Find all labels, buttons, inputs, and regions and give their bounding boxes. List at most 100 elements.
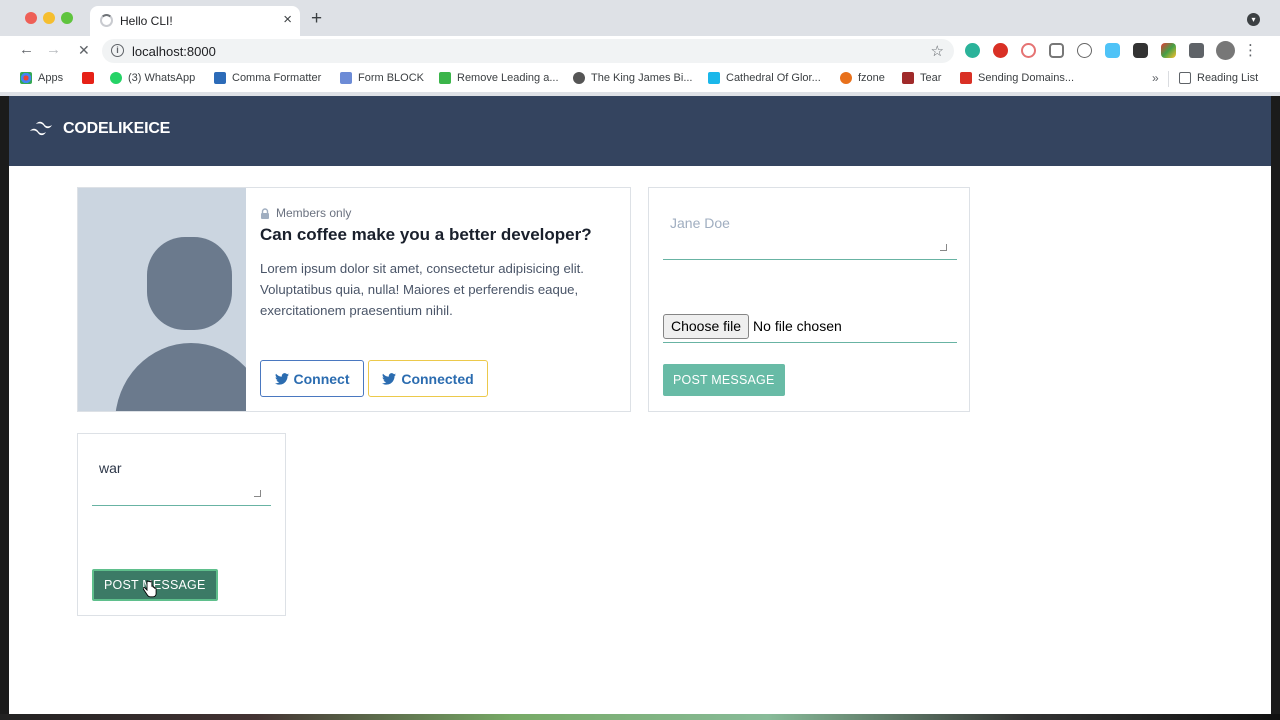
card-description: Lorem ipsum dolor sit amet, consectetur … [260, 261, 584, 318]
reading-list-icon [1179, 72, 1191, 84]
message-textarea[interactable]: war [92, 454, 271, 506]
close-window-button[interactable] [25, 12, 37, 24]
extension-icon[interactable] [1133, 43, 1148, 58]
address-bar[interactable]: i localhost:8000 ☆ [102, 39, 954, 63]
resize-handle-icon[interactable] [254, 490, 261, 497]
extension-icon[interactable] [1021, 43, 1036, 58]
bookmark-label: (3) WhatsApp [128, 72, 196, 84]
bookmark-label: Tear [920, 72, 942, 84]
site-header: CODELIKEICE [9, 96, 1271, 166]
extension-icon[interactable] [993, 43, 1008, 58]
form-block-icon [340, 72, 352, 84]
bookmark-item[interactable]: Comma Formatter [214, 72, 321, 84]
bookmark-item[interactable]: fzone [840, 72, 885, 84]
browser-chrome: Hello CLI! × + ▾ ← → ✕ i localhost:8000 … [0, 0, 1280, 96]
loading-spinner-icon [100, 14, 113, 27]
textarea-placeholder: Jane Doe [670, 215, 730, 231]
vimeo-icon [708, 72, 720, 84]
bookmark-item[interactable]: (3) WhatsApp [110, 72, 195, 84]
bookmark-label: Form BLOCK [358, 72, 425, 84]
article-card: Members only Can coffee make you a bette… [77, 187, 631, 412]
bookmark-label: fzone [858, 72, 885, 84]
bookmark-item[interactable]: Remove Leading a... [439, 72, 559, 84]
bookmark-label: Apps [38, 72, 64, 84]
bookmarks-divider [1168, 71, 1169, 87]
remove-leading-icon [439, 72, 451, 84]
link-icon [840, 72, 852, 84]
extension-icon[interactable] [1077, 43, 1092, 58]
lock-icon [261, 207, 269, 219]
maximize-window-button[interactable] [61, 12, 73, 24]
connected-label: Connected [401, 370, 474, 387]
extension-icon[interactable] [1049, 43, 1064, 58]
youtube-icon [82, 72, 94, 84]
message-form: Jane Doe Choose file No file chosen POST… [648, 187, 970, 412]
minimize-window-button[interactable] [43, 12, 55, 24]
connected-button[interactable]: Connected [368, 360, 488, 397]
close-tab-icon[interactable]: × [283, 11, 292, 28]
twitter-icon [382, 372, 397, 385]
bookmark-item[interactable]: The King James Bi... [573, 72, 693, 84]
gmail-icon [960, 72, 972, 84]
extension-icon[interactable] [1105, 43, 1120, 58]
url-text[interactable]: localhost:8000 [132, 44, 216, 59]
avatar-placeholder-image [78, 188, 246, 411]
browser-menu-icon[interactable]: ⋮ [1243, 41, 1258, 59]
stop-loading-button[interactable]: ✕ [78, 42, 90, 59]
message-form-2: war POST MESSAGE [77, 433, 286, 616]
tab-search-icon[interactable]: ▾ [1247, 13, 1260, 26]
back-button[interactable]: ← [19, 41, 34, 58]
card-title: Can coffee make you a better developer? [260, 225, 592, 244]
apps-grid-icon [20, 72, 32, 84]
file-status: No file chosen [753, 318, 842, 334]
more-bookmarks-button[interactable]: » [1152, 71, 1159, 85]
connect-button[interactable]: Connect [260, 360, 364, 397]
extension-icon[interactable] [1161, 43, 1176, 58]
browser-toolbar: ← → ✕ i localhost:8000 ☆ ⋮ [0, 36, 1280, 66]
bookmarks-bar: Apps (3) WhatsApp Comma Formatter Form B… [0, 66, 1280, 92]
brand-name: CODELIKEICE [63, 120, 171, 137]
whatsapp-icon [110, 72, 122, 84]
desktop-background [0, 714, 1280, 720]
bookmark-label: Remove Leading a... [457, 72, 559, 84]
bookmark-label: Sending Domains... [978, 72, 1074, 84]
badge-label: Members only [276, 206, 352, 220]
name-textarea[interactable]: Jane Doe [663, 210, 957, 260]
connect-label: Connect [293, 370, 350, 387]
bookmark-item[interactable]: Cathedral Of Glor... [708, 72, 821, 84]
reading-list-button[interactable]: Reading List [1179, 72, 1258, 84]
person-silhouette-icon [115, 237, 246, 411]
bookmark-item[interactable]: Sending Domains... [960, 72, 1074, 84]
post-message-button[interactable]: POST MESSAGE [663, 364, 785, 396]
bookmark-item[interactable]: Apps [20, 72, 63, 84]
forward-button[interactable]: → [46, 41, 61, 58]
bookmark-item[interactable]: Form BLOCK [340, 72, 424, 84]
tailwind-wave-icon [30, 121, 52, 136]
choose-file-button[interactable]: Choose file [663, 313, 750, 339]
tab-title: Hello CLI! [120, 14, 173, 28]
twitter-icon [274, 372, 289, 385]
extension-icon[interactable] [965, 43, 980, 58]
profile-avatar[interactable] [1216, 41, 1235, 60]
globe-icon [573, 72, 585, 84]
resize-handle-icon[interactable] [940, 244, 947, 251]
comma-formatter-icon [214, 72, 226, 84]
book-icon [902, 72, 914, 84]
bookmark-star-icon[interactable]: ☆ [931, 42, 944, 60]
members-only-badge: Members only [260, 206, 351, 220]
textarea-value: war [99, 460, 122, 476]
bookmark-label: Comma Formatter [232, 72, 322, 84]
reading-list-label: Reading List [1197, 72, 1259, 84]
new-tab-button[interactable]: + [311, 8, 322, 30]
site-info-icon[interactable]: i [111, 44, 124, 57]
extensions-puzzle-icon[interactable] [1189, 43, 1204, 58]
bookmark-label: Cathedral Of Glor... [726, 72, 821, 84]
bookmark-item[interactable]: Tear [902, 72, 941, 84]
page-viewport: CODELIKEICE Members only Can coffee make… [9, 96, 1271, 715]
file-input[interactable]: Choose file No file chosen [663, 310, 957, 343]
site-logo[interactable]: CODELIKEICE [29, 120, 170, 138]
browser-tab[interactable]: Hello CLI! × [90, 6, 300, 36]
bookmark-label: The King James Bi... [591, 72, 693, 84]
bookmark-item[interactable] [82, 72, 100, 84]
hand-cursor-icon [143, 580, 157, 598]
